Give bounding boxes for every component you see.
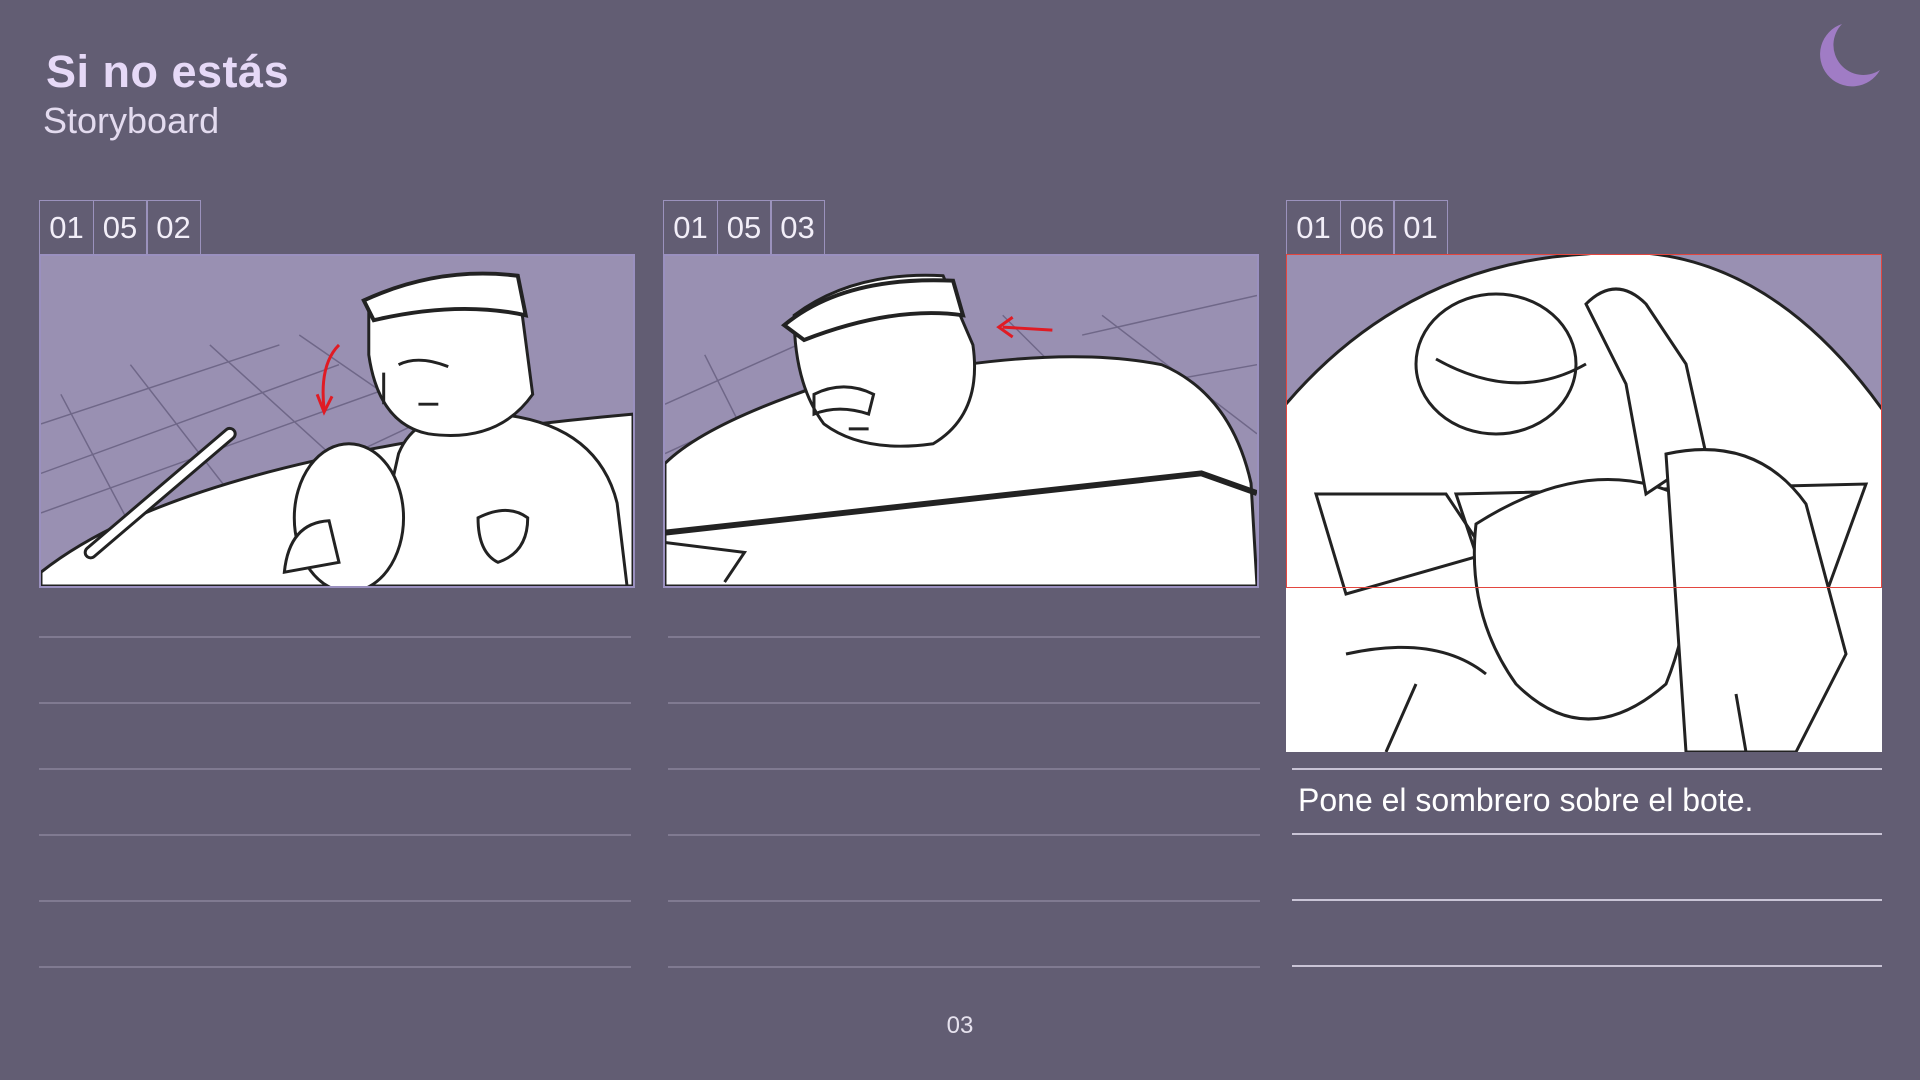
shot-number: 01 05 02	[39, 200, 635, 254]
description-line	[1292, 768, 1882, 770]
description-line	[668, 636, 1260, 638]
sketch-man-leaning-over-boat	[665, 273, 1257, 586]
description-line	[1292, 899, 1882, 901]
description-line	[39, 768, 631, 770]
description-line	[1292, 833, 1882, 835]
sketch-man-grabbing-oar	[41, 271, 633, 586]
panel-2: 01 05 03	[663, 200, 1259, 588]
sketch-hat-on-bucket	[1286, 254, 1882, 752]
description-line	[668, 702, 1260, 704]
shot-number-scene: 01	[1286, 200, 1341, 254]
panel-3: 01 06 01	[1286, 200, 1882, 752]
moon-icon	[1820, 24, 1880, 87]
description-line	[668, 768, 1260, 770]
page-subtitle: Storyboard	[43, 100, 220, 141]
description-line	[39, 966, 631, 968]
description-line	[39, 702, 631, 704]
shot-number-shot: 03	[770, 200, 825, 254]
shot-number-sequence: 05	[92, 200, 148, 254]
page-title: Si no estás	[46, 46, 290, 97]
shot-number-scene: 01	[39, 200, 94, 254]
page-number: 03	[946, 1012, 974, 1039]
description-line	[39, 636, 631, 638]
description-line	[1292, 965, 1882, 967]
storyboard-frame	[39, 254, 635, 588]
description-line	[668, 900, 1260, 902]
shot-number-sequence: 06	[1339, 200, 1395, 254]
description-line	[39, 900, 631, 902]
shot-number-sequence: 05	[716, 200, 772, 254]
storyboard-frame	[1286, 254, 1882, 752]
description-line	[668, 966, 1260, 968]
shot-number: 01 05 03	[663, 200, 1259, 254]
description-line	[668, 834, 1260, 836]
shot-number-scene: 01	[663, 200, 718, 254]
shot-number-shot: 01	[1393, 200, 1448, 254]
shot-number-shot: 02	[146, 200, 201, 254]
panel-1: 01 05 02	[39, 200, 635, 588]
storyboard-frame	[663, 254, 1259, 588]
panel-3-description: Pone el sombrero sobre el bote.	[1298, 782, 1754, 818]
shot-number: 01 06 01	[1286, 200, 1882, 254]
description-line	[39, 834, 631, 836]
